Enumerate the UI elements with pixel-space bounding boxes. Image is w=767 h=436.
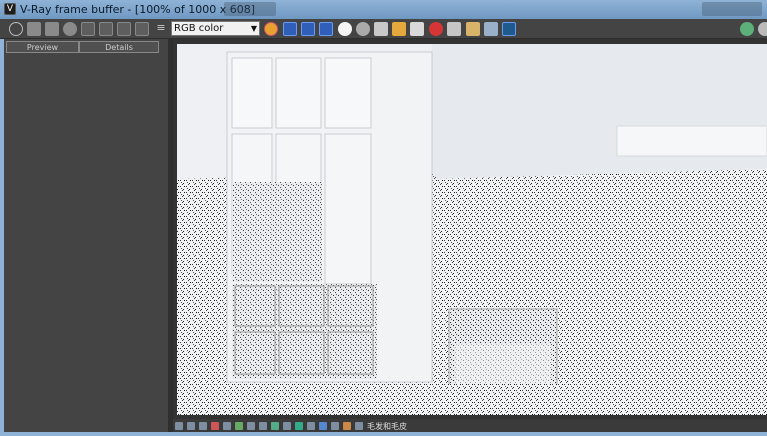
denoise-icon[interactable] — [319, 422, 327, 430]
status-bar: 毛发和毛皮 — [173, 419, 767, 433]
save-all-icon[interactable] — [45, 22, 59, 36]
save-image-icon[interactable] — [374, 22, 388, 36]
vray-icon: V — [4, 3, 16, 15]
srgb-icon[interactable] — [295, 422, 303, 430]
bg-image-icon[interactable] — [247, 422, 255, 430]
settings-icon[interactable] — [502, 22, 516, 36]
status-text: 毛发和毛皮 — [367, 422, 407, 431]
load-image-icon[interactable] — [392, 22, 406, 36]
rendered-image[interactable] — [177, 44, 767, 415]
alpha-icon[interactable] — [338, 22, 352, 36]
render-view[interactable] — [173, 39, 767, 419]
window-border — [0, 432, 767, 436]
hue-icon[interactable] — [211, 422, 219, 430]
title-bar: V V-Ray frame buffer - [100% of 1000 x 6… — [0, 0, 767, 19]
background-window-ghost — [702, 2, 762, 16]
green-channel-icon[interactable] — [301, 22, 315, 36]
power-icon[interactable] — [9, 22, 23, 36]
toolbar: ≡ — [0, 19, 767, 39]
render-icon[interactable] — [447, 22, 461, 36]
region-icon[interactable] — [264, 22, 278, 36]
channel-select[interactable]: RGB color ▼ — [171, 21, 260, 36]
exposure-icon[interactable] — [187, 422, 195, 430]
stamp-icon[interactable] — [343, 422, 351, 430]
text-icon[interactable] — [99, 22, 113, 36]
chevron-down-icon: ▼ — [250, 24, 257, 33]
clear-icon[interactable] — [63, 22, 77, 36]
image-icon[interactable] — [135, 22, 149, 36]
history-icon[interactable] — [410, 22, 424, 36]
background-window-ghost — [224, 2, 276, 16]
menu-icon[interactable]: ≡ — [154, 22, 168, 36]
mono-icon[interactable] — [356, 22, 370, 36]
lut-icon[interactable] — [259, 422, 267, 430]
left-panel: Preview Details — [4, 39, 168, 432]
lens-effects-icon[interactable] — [307, 422, 315, 430]
layer-icon[interactable] — [81, 22, 95, 36]
icc-icon[interactable] — [283, 422, 291, 430]
ocio-icon[interactable] — [271, 422, 279, 430]
stop-icon[interactable] — [429, 22, 443, 36]
compare-icon[interactable] — [117, 22, 131, 36]
options-icon[interactable] — [758, 22, 767, 36]
channel-select-value: RGB color — [174, 23, 224, 34]
vray-frame-buffer-window: V V-Ray frame buffer - [100% of 1000 x 6… — [0, 0, 767, 436]
curves-icon[interactable] — [235, 422, 243, 430]
lens-icon[interactable] — [484, 22, 498, 36]
color-corrections-icon[interactable] — [175, 422, 183, 430]
save-icon[interactable] — [27, 22, 41, 36]
render-preview-graphic — [177, 44, 767, 415]
pixel-info-icon[interactable] — [355, 422, 363, 430]
tab-details[interactable]: Details — [79, 41, 159, 53]
blue-channel-icon[interactable] — [319, 22, 333, 36]
follow-mouse-icon[interactable] — [466, 22, 480, 36]
tab-preview[interactable]: Preview — [6, 41, 79, 53]
levels-icon[interactable] — [223, 422, 231, 430]
red-channel-icon[interactable] — [283, 22, 297, 36]
white-balance-icon[interactable] — [199, 422, 207, 430]
sharpen-icon[interactable] — [331, 422, 339, 430]
window-title: V-Ray frame buffer - [100% of 1000 x 608… — [20, 3, 256, 16]
link-icon[interactable] — [740, 22, 754, 36]
